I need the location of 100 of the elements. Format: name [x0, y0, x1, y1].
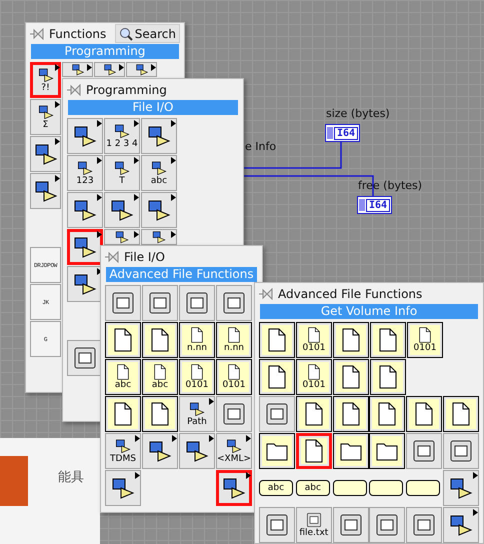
palette-tile[interactable] [142, 396, 178, 432]
palette-tile[interactable]: 0101 [407, 322, 443, 358]
connector-button[interactable] [406, 480, 440, 496]
palette-tile[interactable] [105, 396, 141, 432]
palette-tile[interactable]: 0101 [296, 359, 332, 395]
document-icon [191, 327, 203, 343]
palette-tile[interactable] [443, 507, 480, 543]
palette-tile[interactable] [443, 396, 480, 432]
palette-tile[interactable] [369, 433, 406, 469]
connector-button[interactable] [369, 480, 404, 496]
function-icon [148, 126, 170, 147]
palette-tile[interactable]: 123 [67, 155, 103, 191]
palette-tile[interactable]: abc [142, 359, 178, 395]
palette-tile[interactable] [216, 285, 252, 321]
palette-tile[interactable]: Σ [30, 99, 61, 135]
palette-tile[interactable] [104, 192, 140, 228]
folder-icon [266, 444, 288, 460]
palette-tile[interactable] [141, 118, 177, 154]
palette-tile[interactable] [142, 285, 178, 321]
search-button[interactable]: Search [114, 24, 180, 43]
palette-tile[interactable]: T [104, 155, 140, 191]
palette-tile[interactable] [406, 433, 442, 469]
palette-tile[interactable]: 1 2 3 4 [104, 118, 140, 154]
connector-button[interactable]: abc [296, 480, 330, 496]
palette-tile[interactable] [179, 433, 215, 469]
palette-tile[interactable] [142, 322, 178, 358]
palette-tile[interactable] [259, 322, 295, 358]
palette-tile[interactable]: TDMS [105, 433, 141, 469]
palette-tile[interactable] [369, 396, 406, 432]
document-icon [305, 402, 322, 426]
palette-tile[interactable] [105, 285, 141, 321]
palette-tile[interactable] [141, 229, 177, 245]
palette-tile[interactable]: <XML> [216, 433, 252, 469]
palette-tile[interactable] [216, 470, 252, 506]
palette-tile[interactable] [332, 507, 369, 543]
submenu-arrow-icon [472, 509, 478, 516]
palette-tile[interactable]: 0101 [296, 322, 332, 358]
palette-tile[interactable]: n.nn [179, 322, 215, 358]
palette-tile[interactable]: 0101 [216, 359, 252, 395]
palette-tile[interactable] [332, 433, 369, 469]
palette-tile[interactable] [259, 507, 295, 543]
palette-tile[interactable] [142, 433, 178, 469]
palette-tile[interactable]: abc [105, 359, 141, 395]
function-icon [152, 162, 167, 176]
document-icon [228, 364, 240, 380]
palette-tile[interactable] [105, 322, 141, 358]
palette-tile[interactable] [443, 433, 480, 469]
palette-tile[interactable]: file.txt [296, 507, 332, 543]
submenu-arrow-icon [55, 175, 60, 182]
palette-tile[interactable]: 0101 [179, 359, 215, 395]
connector-button[interactable]: abc [259, 480, 293, 496]
connector-button[interactable] [332, 480, 367, 496]
palette-tile[interactable] [179, 285, 215, 321]
palette-tile[interactable]: abc [141, 155, 177, 191]
pin-icon[interactable] [30, 28, 44, 40]
palette-tile[interactable] [67, 192, 103, 228]
palette-tile[interactable] [105, 470, 141, 506]
document-icon [152, 402, 168, 426]
palette-tile[interactable] [333, 359, 369, 395]
palette-tile[interactable] [104, 229, 140, 245]
document-icon [117, 364, 129, 380]
palette-tile[interactable] [62, 62, 93, 77]
palette-tile[interactable] [259, 433, 295, 469]
palette-tile[interactable] [332, 396, 369, 432]
palette-tile[interactable] [333, 322, 369, 358]
palette-tile[interactable] [296, 433, 332, 469]
function-icon [115, 162, 130, 176]
document-icon [268, 328, 286, 352]
palette-tile[interactable] [259, 359, 295, 395]
palette-tile[interactable] [67, 266, 103, 302]
palette-tile[interactable] [30, 173, 61, 209]
palette-tile[interactable] [67, 118, 103, 154]
palette-tile[interactable] [406, 396, 442, 432]
palette-tile[interactable] [296, 396, 332, 432]
palette-tile[interactable] [94, 62, 125, 77]
function-icon [74, 126, 96, 147]
page-graphic-drawing [0, 456, 28, 506]
palette-tile[interactable]: Path [179, 396, 215, 432]
palette-tile[interactable]: n.nn [216, 322, 252, 358]
palette-tile[interactable] [406, 507, 442, 543]
palette-tile[interactable] [30, 136, 61, 172]
palette-tile[interactable]: ?! [30, 62, 61, 98]
pin-icon[interactable] [105, 250, 118, 262]
numeric-indicator[interactable]: I64 [357, 196, 392, 214]
function-icon [38, 106, 54, 120]
palette-tile[interactable] [216, 396, 252, 432]
palette-tile[interactable] [67, 340, 103, 376]
palette-tile[interactable] [67, 229, 103, 265]
pin-icon[interactable] [67, 84, 80, 96]
document-icon [268, 366, 286, 388]
numeric-indicator[interactable]: I64 [325, 124, 360, 142]
palette-tile[interactable] [443, 470, 480, 506]
pin-icon[interactable] [259, 288, 272, 300]
palette-tile[interactable] [259, 396, 295, 432]
palette-tile[interactable] [126, 62, 157, 77]
palette-tile[interactable] [369, 507, 406, 543]
document-icon [378, 402, 396, 426]
palette-tile[interactable] [370, 322, 406, 358]
palette-tile[interactable] [141, 192, 177, 228]
palette-tile[interactable] [370, 359, 406, 395]
